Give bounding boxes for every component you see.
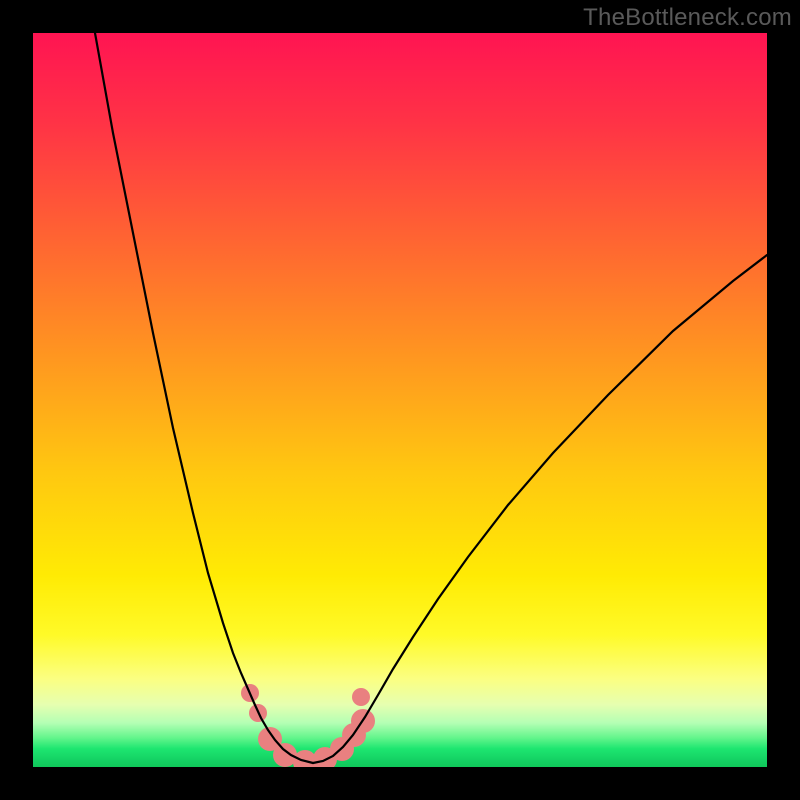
chart-frame: TheBottleneck.com: [0, 0, 800, 800]
left-curve: [95, 33, 313, 763]
right-curve: [313, 255, 767, 763]
plot-area: [33, 33, 767, 767]
watermark-text: TheBottleneck.com: [583, 4, 792, 32]
dip-markers: [241, 684, 375, 767]
dip-marker-dot: [352, 688, 370, 706]
curves-layer: [33, 33, 767, 767]
